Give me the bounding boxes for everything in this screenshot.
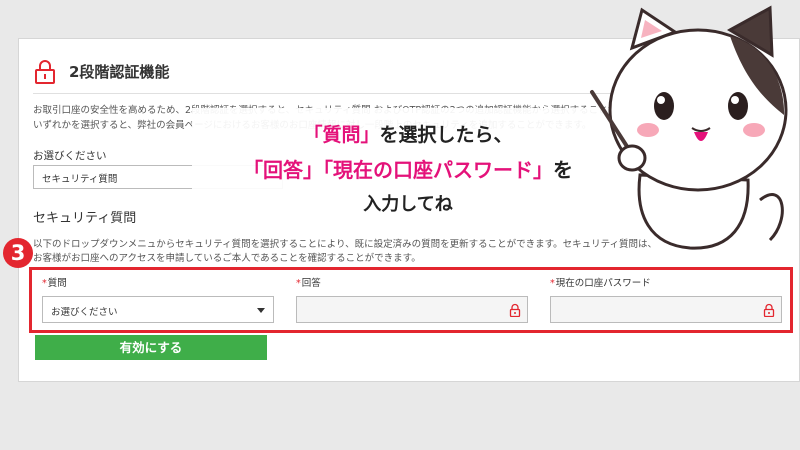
callout-highlight-1: 「質問」	[303, 124, 380, 146]
password-input[interactable]	[550, 296, 782, 323]
enable-button[interactable]: 有効にする	[35, 335, 267, 360]
question-label-text: 質問	[47, 278, 67, 289]
required-mark: *	[42, 278, 47, 289]
eye-icon[interactable]	[509, 303, 521, 317]
password-label: *現在の口座パスワード	[550, 275, 782, 289]
answer-label: *回答	[296, 275, 528, 289]
callout-line-1: 「質問」を選択したら、	[192, 120, 624, 147]
answer-field-group: *回答	[296, 275, 528, 323]
password-field-group: *現在の口座パスワード	[550, 275, 782, 323]
eye-icon[interactable]	[763, 303, 775, 317]
lock-icon	[35, 60, 55, 84]
cat-mascot	[590, 5, 788, 250]
security-question-title: セキュリティ質問	[33, 211, 137, 226]
caret-down-icon	[257, 308, 265, 313]
callout-line-2: 「回答」「現在の口座パスワード」を	[192, 154, 624, 183]
question-select[interactable]: お選びください	[42, 296, 274, 323]
callout-highlight-2: 「回答」「現在の口座パスワード」	[243, 158, 553, 182]
step-number-badge: 3	[3, 238, 33, 268]
question-select-value: お選びください	[51, 307, 118, 318]
password-label-text: 現在の口座パスワード	[555, 278, 651, 289]
required-mark: *	[296, 278, 301, 289]
highlight-box: *質問 お選びください *回答 *現在の口座パスワード	[29, 267, 793, 333]
required-mark: *	[550, 278, 555, 289]
answer-input[interactable]	[296, 296, 528, 323]
question-field-group: *質問 お選びください	[42, 275, 274, 323]
method-label: お選びください	[33, 150, 107, 162]
page-title: 2段階認証機能	[69, 63, 170, 81]
question-label: *質問	[42, 275, 274, 289]
callout-box: 「質問」を選択したら、 「回答」「現在の口座パスワード」を 入力してね	[192, 108, 624, 226]
answer-label-text: 回答	[301, 278, 321, 289]
callout-text-2: を	[553, 158, 573, 182]
callout-line-3: 入力してね	[363, 194, 453, 215]
callout-text-1: を選択したら、	[379, 124, 513, 146]
